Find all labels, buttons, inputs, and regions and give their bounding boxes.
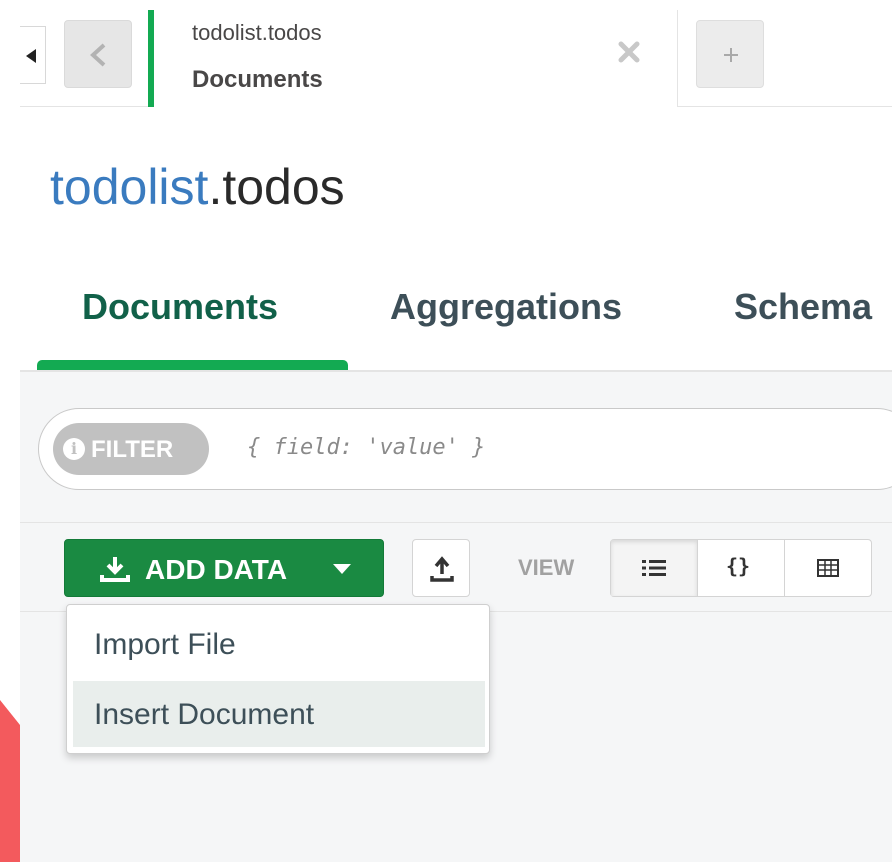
tab-scroll-left-button[interactable] [20,26,46,84]
collection-name: .todos [208,159,345,215]
filter-badge-label: FILTER [91,436,174,463]
table-view-icon [817,559,839,577]
filter-input[interactable]: { field: 'value' } [247,435,485,460]
documents-toolbar: ADD DATA VIEW {} [20,522,892,612]
plus-icon [724,48,738,62]
filter-badge[interactable]: i FILTER [53,423,209,475]
download-icon [100,557,130,582]
json-view-button[interactable]: {} [698,540,785,596]
menu-item-label: Insert Document [94,698,315,731]
collection-tabs: Documents Aggregations Schema [20,260,892,372]
scroll-left-icon [26,49,36,63]
tab-strip: todolist.todos Documents [20,10,892,107]
add-data-dropdown: Import File Insert Document [66,604,490,754]
collection-title: todolist.todos [50,158,345,216]
list-view-icon [642,560,666,576]
export-collection-button[interactable] [412,539,470,597]
upload-icon [430,556,454,582]
view-toggle-group: {} [610,539,872,597]
tab-schema[interactable]: Schema [734,286,872,328]
chevron-left-icon [90,43,106,67]
active-tab-indicator [37,360,348,370]
view-label: VIEW [518,555,575,580]
database-name[interactable]: todolist [50,159,208,215]
caret-down-icon [333,564,351,574]
filter-bar[interactable]: i FILTER { field: 'value' } [38,408,892,490]
close-icon[interactable] [617,40,641,64]
decorative-red-shape [0,700,20,862]
tab-subtitle: Documents [192,66,323,93]
menu-item-label: Import File [94,628,236,661]
active-workspace-tab[interactable]: todolist.todos Documents [148,10,678,107]
add-data-label: ADD DATA [145,554,288,585]
menu-item-insert-document[interactable]: Insert Document [73,681,485,747]
tab-aggregations[interactable]: Aggregations [390,286,622,328]
json-view-icon: {} [726,554,751,578]
new-tab-button[interactable] [696,20,764,88]
list-view-button[interactable] [611,540,698,596]
tab-back-button[interactable] [64,20,132,88]
menu-item-import-file[interactable]: Import File [73,611,485,677]
add-data-button[interactable]: ADD DATA [64,539,384,597]
tab-documents[interactable]: Documents [82,286,278,328]
tab-namespace: todolist.todos [192,20,322,45]
table-view-button[interactable] [785,540,872,596]
info-icon: i [63,438,85,460]
